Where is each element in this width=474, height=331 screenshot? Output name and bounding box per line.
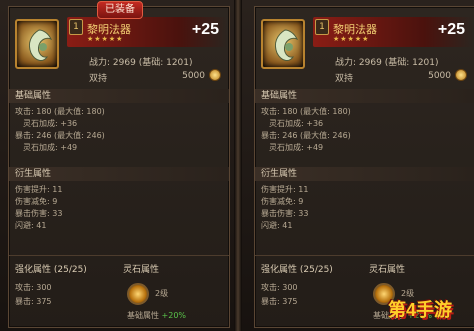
enhance-level: +25 — [437, 21, 465, 38]
derived-title: 衍生属性 — [9, 167, 229, 181]
basic-title: 基础属性 — [9, 89, 229, 103]
enhance-row: 暴击: 375 — [261, 297, 298, 306]
combat-power: 战力: 2969 (基础: 1201) — [89, 55, 193, 68]
attr-row: 暴击伤害: 33 — [261, 209, 309, 218]
attr-row: 灵石加成: +49 — [269, 143, 324, 152]
enhance-section: 强化属性 (25/25) 攻击: 300 暴击: 375 灵石属性 2级 基础属… — [9, 255, 229, 327]
attr-row: 闪避: 41 — [15, 221, 47, 230]
item-panel-right: 1 黎明法器 ★★★★★ +25 战力: 2969 (基础: 1201) 双持 … — [254, 6, 474, 328]
item-panel-left: 已装备 1 黎明法器 ★★★★★ +25 战力: 2969 (基础: 1201)… — [8, 1, 230, 328]
attr-row: 伤害提升: 11 — [261, 185, 309, 194]
item-header: 1 黎明法器 ★★★★★ +25 战力: 2969 (基础: 1201) 双持 … — [255, 7, 474, 89]
attr-row: 灵石加成: +49 — [23, 143, 78, 152]
star-rating: ★★★★★ — [333, 35, 370, 43]
base-power: (基础: 1201) — [138, 58, 193, 68]
attr-row: 暴击伤害: 33 — [15, 209, 63, 218]
gold-value: 5000 — [428, 71, 451, 81]
enhance-title: 强化属性 (25/25) — [261, 265, 333, 275]
basic-title: 基础属性 — [255, 89, 474, 103]
spirit-stone-icon[interactable] — [127, 283, 149, 305]
base-power: (基础: 1201) — [384, 58, 439, 68]
star-rating: ★★★★★ — [87, 35, 124, 43]
stone-title: 灵石属性 — [123, 265, 160, 275]
slot-number: 1 — [315, 19, 329, 35]
gold-coin-icon — [455, 69, 467, 81]
stone-level: 2级 — [155, 289, 169, 298]
attr-row: 伤害提升: 11 — [15, 185, 63, 194]
attr-row: 暴击: 246 (最大值: 246) — [261, 131, 351, 140]
derived-title: 衍生属性 — [255, 167, 474, 181]
enhance-row: 攻击: 300 — [15, 283, 52, 292]
enhance-row: 暴击: 375 — [15, 297, 52, 306]
attr-row: 攻击: 180 (最大值: 180) — [15, 107, 105, 116]
gold-value: 5000 — [182, 71, 205, 81]
attr-row: 伤害减免: 9 — [261, 197, 304, 206]
artifact-icon[interactable] — [261, 19, 305, 69]
enhance-level: +25 — [191, 21, 219, 38]
attr-row: 伤害减免: 9 — [15, 197, 58, 206]
attr-row: 闪避: 41 — [261, 221, 293, 230]
power-value: 战力: 2969 — [89, 58, 136, 68]
game-screen: 已装备 1 黎明法器 ★★★★★ +25 战力: 2969 (基础: 1201)… — [0, 0, 474, 331]
artifact-icon[interactable] — [15, 19, 59, 69]
slot-number: 1 — [69, 19, 83, 35]
attr-row: 暴击: 246 (最大值: 246) — [15, 131, 105, 140]
stone-bonus: 基础属性 +20% — [127, 310, 186, 321]
attr-row: 灵石加成: +36 — [269, 119, 324, 128]
enhance-title: 强化属性 (25/25) — [15, 265, 87, 275]
attr-row: 灵石加成: +36 — [23, 119, 78, 128]
combat-power: 战力: 2969 (基础: 1201) — [335, 55, 439, 68]
panel-divider — [234, 0, 242, 331]
stone-bonus-label: 基础属性 — [127, 311, 159, 320]
dual-wield: 双持 — [335, 74, 354, 84]
gold-coin-icon — [209, 69, 221, 81]
equipped-badge: 已装备 — [97, 1, 143, 19]
item-header: 1 黎明法器 ★★★★★ +25 战力: 2969 (基础: 1201) 双持 … — [9, 7, 229, 89]
stone-title: 灵石属性 — [369, 265, 406, 275]
stone-bonus-value: +20% — [161, 311, 187, 320]
power-value: 战力: 2969 — [335, 58, 382, 68]
enhance-row: 攻击: 300 — [261, 283, 298, 292]
dual-wield: 双持 — [89, 74, 108, 84]
site-watermark-logo: 第4手游 — [388, 300, 453, 320]
attr-row: 攻击: 180 (最大值: 180) — [261, 107, 351, 116]
